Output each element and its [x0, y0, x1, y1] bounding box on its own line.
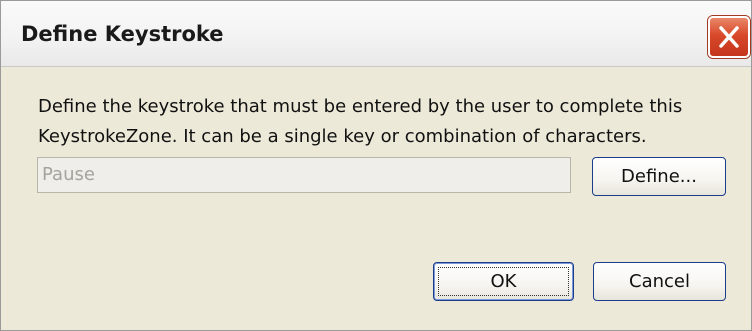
define-button[interactable]: Define...: [592, 157, 726, 196]
define-keystroke-dialog: Define Keystroke Define the keystroke th…: [0, 0, 752, 331]
ok-button-label: OK: [490, 271, 517, 292]
cancel-button[interactable]: Cancel: [593, 262, 726, 301]
keystroke-field[interactable]: Pause: [37, 157, 571, 193]
instruction-line-2: KeystrokeZone. It can be a single key or…: [38, 126, 647, 147]
instruction-text: Define the keystroke that must be entere…: [38, 92, 728, 152]
close-icon: [719, 26, 739, 48]
ok-button[interactable]: OK: [433, 262, 574, 301]
close-button[interactable]: [708, 16, 750, 58]
title-bar[interactable]: Define Keystroke: [1, 1, 751, 67]
dialog-title: Define Keystroke: [21, 22, 224, 46]
instruction-line-1: Define the keystroke that must be entere…: [38, 96, 683, 117]
